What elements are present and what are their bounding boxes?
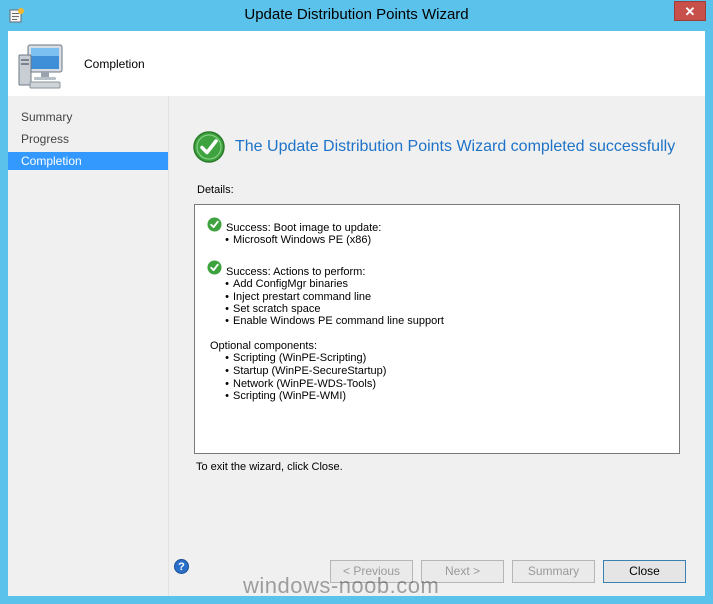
- list-item: • Network (WinPE-WDS-Tools): [225, 378, 377, 390]
- wizard-main-panel: The Update Distribution Points Wizard co…: [169, 96, 705, 596]
- success-actions: Success: Actions to perform:: [226, 266, 366, 278]
- watermark: windows-noob.com: [243, 573, 440, 598]
- sidebar-item-summary[interactable]: Summary: [8, 108, 168, 126]
- wizard-window: Update Distribution Points Wizard ✕ Comp…: [0, 0, 713, 604]
- help-icon[interactable]: ?: [174, 559, 189, 574]
- success-check-icon: [193, 131, 225, 163]
- list-item: • Enable Windows PE command line support: [225, 315, 444, 327]
- success-boot-image: Success: Boot image to update:: [226, 222, 382, 234]
- summary-button[interactable]: Summary: [512, 560, 595, 583]
- sidebar-item-completion[interactable]: Completion: [8, 152, 168, 170]
- list-item: • Add ConfigMgr binaries: [225, 278, 348, 290]
- completion-banner: The Update Distribution Points Wizard co…: [235, 138, 676, 155]
- title-bar[interactable]: Update Distribution Points Wizard ✕: [0, 0, 713, 31]
- list-item: • Scripting (WinPE-Scripting): [225, 352, 367, 364]
- page-title: Completion: [84, 57, 145, 71]
- list-item: • Startup (WinPE-SecureStartup): [225, 365, 387, 377]
- computer-icon: [18, 44, 63, 89]
- success-check-icon: [207, 217, 222, 232]
- window-title: Update Distribution Points Wizard: [244, 6, 469, 23]
- list-item: • Set scratch space: [225, 303, 321, 315]
- list-item: • Inject prestart command line: [225, 291, 372, 303]
- sidebar-item-progress[interactable]: Progress: [8, 130, 168, 148]
- wizard-client-area: Completion Summary Progress Completion T…: [8, 31, 705, 596]
- details-box[interactable]: Success: Boot image to update: • Microsof…: [194, 204, 680, 454]
- wizard-header: Completion: [8, 31, 705, 96]
- success-check-icon: [207, 260, 222, 275]
- details-label: Details:: [197, 184, 234, 196]
- optional-components-heading: Optional components:: [210, 340, 318, 352]
- window-close-button[interactable]: ✕: [674, 1, 706, 21]
- list-item: • Microsoft Windows PE (x86): [225, 234, 372, 246]
- exit-instructions: To exit the wizard, click Close.: [196, 461, 343, 473]
- wizard-sidebar: Summary Progress Completion: [8, 96, 169, 596]
- list-item: • Scripting (WinPE-WMI): [225, 390, 347, 402]
- close-button[interactable]: Close: [603, 560, 686, 583]
